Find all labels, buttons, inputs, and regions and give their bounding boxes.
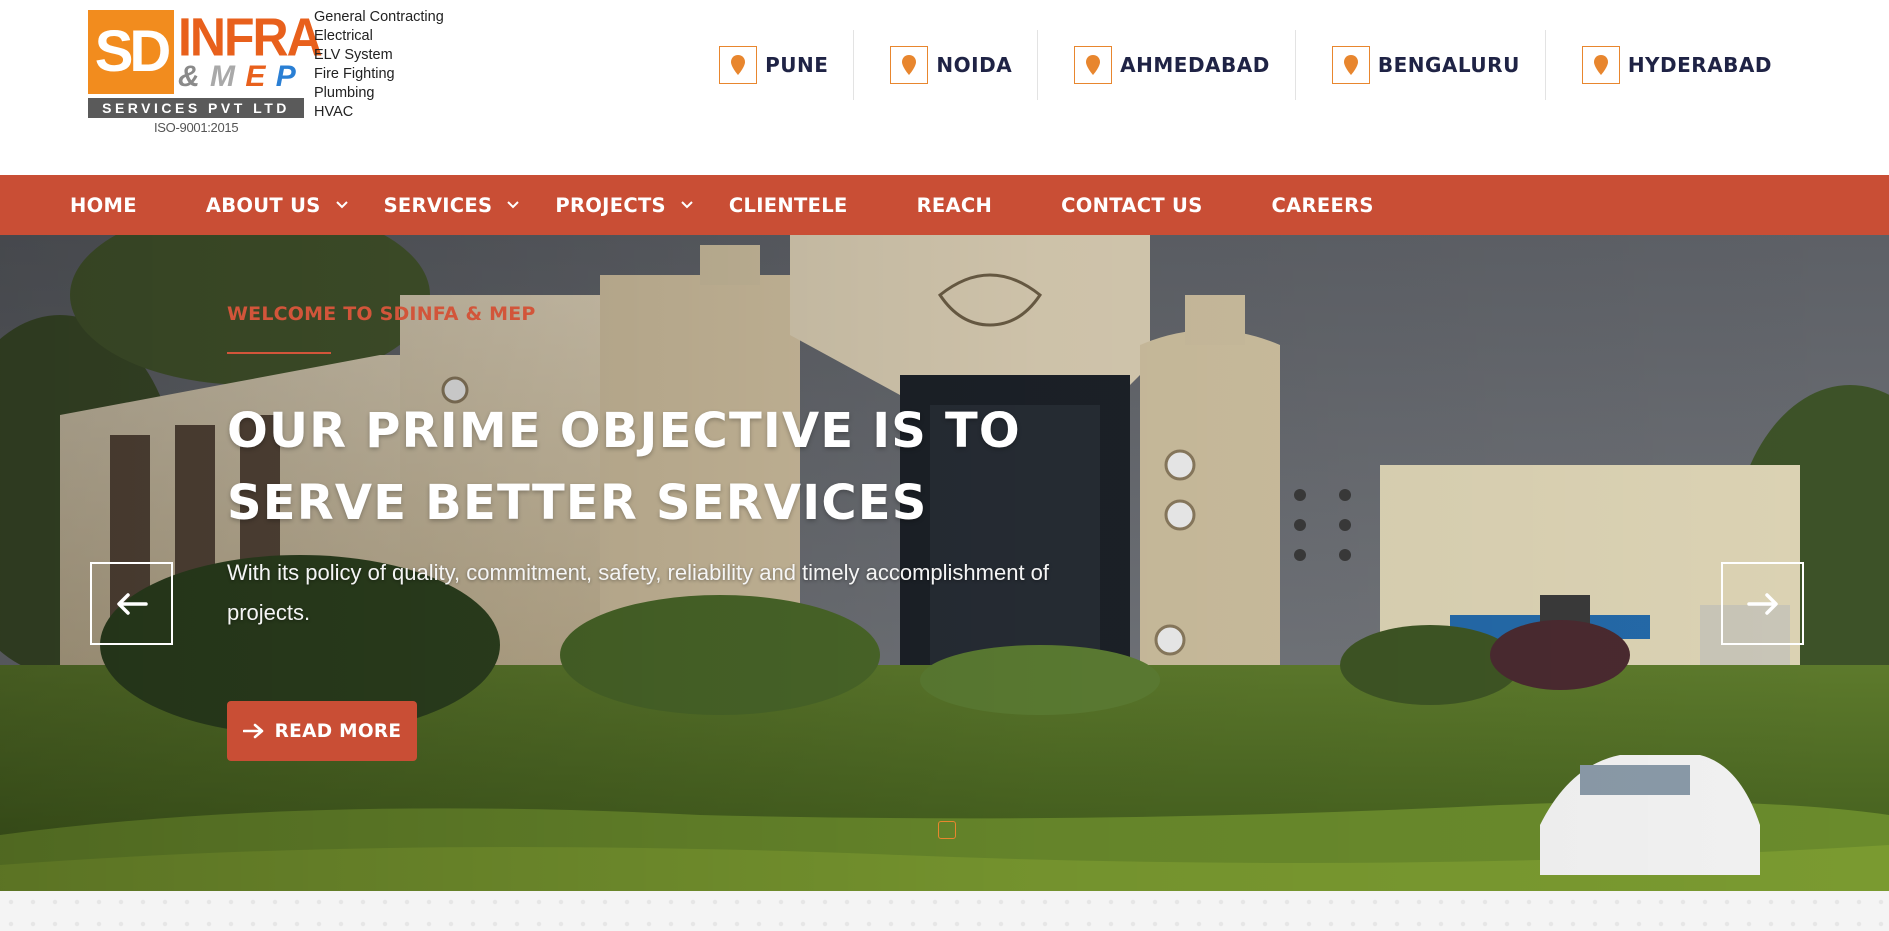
logo-tagline: SERVICES PVT LTD [88, 98, 304, 118]
location-ahmedabad[interactable]: AHMEDABAD [1037, 30, 1295, 100]
logo-service-item: Fire Fighting [314, 66, 395, 82]
map-pin-icon [719, 46, 758, 84]
hero-title-line-2: SERVE BETTER SERVICES [227, 475, 928, 531]
nav-item-contact-us[interactable]: CONTACT US [1061, 194, 1202, 217]
map-pin-icon [1331, 46, 1370, 84]
hero-eyebrow: WELCOME TO SDINFA & MEP [227, 303, 536, 325]
nav-item-clientele[interactable]: CLIENTELE [729, 194, 848, 217]
logo-service-item: Plumbing [314, 85, 375, 101]
nav-item-reach[interactable]: REACH [917, 194, 993, 217]
location-label: BENGALURU [1377, 53, 1520, 77]
read-more-label: READ MORE [274, 720, 402, 742]
scroll-indicator-icon[interactable] [938, 821, 956, 839]
nav-item-label: PROJECTS [555, 193, 666, 217]
arrow-right-icon [242, 723, 263, 739]
location-bengaluru[interactable]: BENGALURU [1294, 30, 1545, 100]
logo-mep-p: P [275, 60, 297, 93]
map-pin-icon [1074, 46, 1113, 84]
nav-item-label: REACH [916, 193, 993, 217]
nav-item-careers[interactable]: CAREERS [1272, 194, 1374, 217]
hero-description: With its policy of quality, commitment, … [227, 560, 1050, 625]
hero-divider [227, 352, 331, 354]
logo-mep-amp: & [178, 60, 201, 93]
logo-service-item: General Contracting [314, 9, 444, 25]
chevron-down-icon [335, 201, 348, 209]
nav-item-label: CLIENTELE [728, 193, 848, 217]
hero-title-line-1: OUR PRIME OBJECTIVE IS TO [227, 403, 1021, 459]
logo-mep-m: M [210, 60, 237, 93]
nav-item-label: HOME [70, 193, 137, 217]
company-logo[interactable]: SD INFRA & M E P SERVICES PVT LTD ISO-90… [88, 7, 448, 138]
arrow-left-icon [116, 592, 148, 615]
hero-title: OUR PRIME OBJECTIVE IS TO SERVE BETTER S… [227, 395, 1127, 539]
nav-item-label: CONTACT US [1061, 193, 1203, 217]
next-section-strip [0, 891, 1889, 931]
location-label: AHMEDABAD [1120, 53, 1270, 77]
slider-prev-button[interactable] [90, 562, 173, 645]
site-header: SD INFRA & M E P SERVICES PVT LTD ISO-90… [0, 0, 1889, 175]
logo-service-item: HVAC [314, 104, 354, 120]
logo-mep: & M E P [178, 60, 297, 94]
nav-item-label: CAREERS [1271, 193, 1374, 217]
main-nav: HOME ABOUT US SERVICES PROJECTS CLIENTEL… [0, 175, 1889, 235]
slider-next-button[interactable] [1721, 562, 1804, 645]
arrow-right-icon [1746, 592, 1778, 615]
nav-item-projects[interactable]: PROJECTS [555, 194, 694, 217]
chevron-down-icon [681, 201, 693, 209]
nav-item-label: SERVICES [383, 193, 493, 217]
location-label: NOIDA [936, 53, 1013, 77]
map-pin-icon [890, 46, 929, 84]
office-locations: PUNE NOIDA AHMEDABAD BENGALURU HYDERABAD [683, 30, 1889, 100]
nav-item-services[interactable]: SERVICES [384, 194, 521, 217]
logo-mark: SD [88, 10, 174, 94]
hero-slider: WELCOME TO SDINFA & MEP OUR PRIME OBJECT… [0, 235, 1889, 891]
map-pin-icon [1581, 46, 1620, 84]
logo-services-list: General Contracting Electrical ELV Syste… [314, 8, 444, 122]
logo-service-item: ELV System [314, 47, 393, 63]
location-label: PUNE [765, 53, 829, 77]
chevron-down-icon [507, 201, 520, 209]
location-label: HYDERABAD [1627, 53, 1772, 77]
location-pune[interactable]: PUNE [683, 30, 853, 100]
logo-service-item: Electrical [314, 28, 373, 44]
location-noida[interactable]: NOIDA [853, 30, 1037, 100]
iso-certification: ISO-9001:2015 [154, 120, 239, 135]
nav-item-about-us[interactable]: ABOUT US [206, 194, 349, 217]
read-more-button[interactable]: READ MORE [227, 701, 417, 761]
logo-mep-e: E [245, 60, 267, 93]
nav-item-home[interactable]: HOME [70, 194, 137, 217]
nav-item-label: ABOUT US [205, 193, 321, 217]
location-hyderabad[interactable]: HYDERABAD [1544, 30, 1889, 100]
